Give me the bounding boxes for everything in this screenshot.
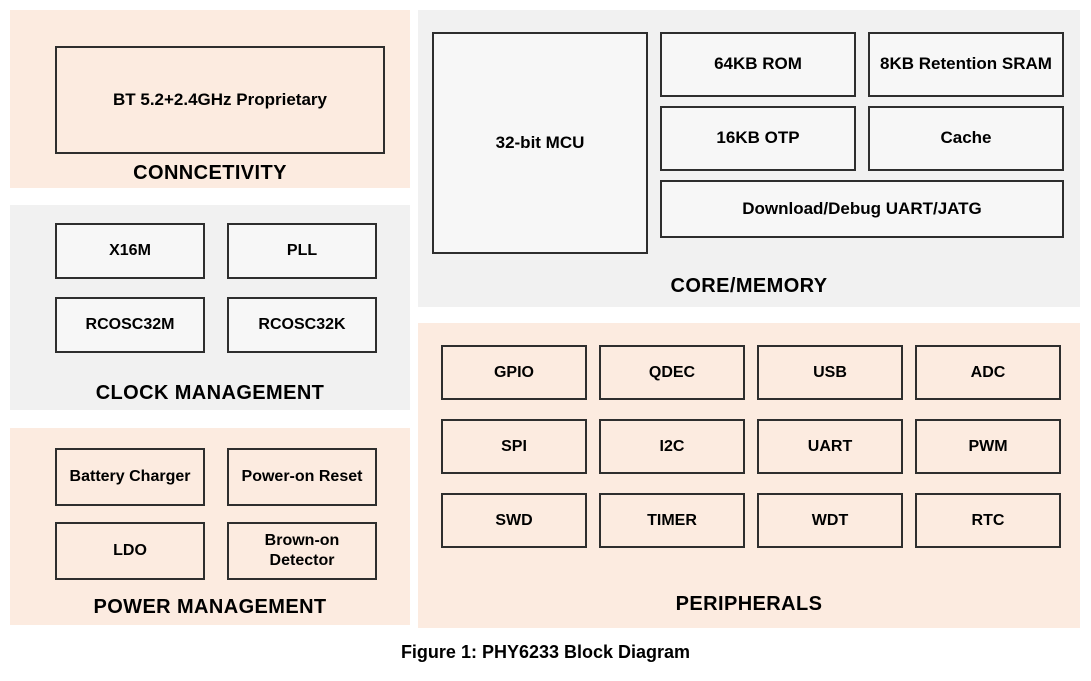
block-qdec: QDEC <box>599 345 745 400</box>
panel-clock-management: X16M PLL RCOSC32M RCOSC32K CLOCK MANAGEM… <box>10 205 410 410</box>
panel-peripherals: GPIO QDEC USB ADC SPI I2C UART PWM SWD T… <box>418 323 1080 628</box>
block-timer: TIMER <box>599 493 745 548</box>
block-rcosc32m: RCOSC32M <box>55 297 205 353</box>
block-adc: ADC <box>915 345 1061 400</box>
panel-title-core-memory: CORE/MEMORY <box>670 275 828 297</box>
block-download-debug-uart-jtag: Download/Debug UART/JATG <box>660 180 1064 238</box>
block-rtc: RTC <box>915 493 1061 548</box>
block-usb: USB <box>757 345 903 400</box>
panel-title-clock-management: CLOCK MANAGEMENT <box>95 382 325 404</box>
panel-power-management: Battery Charger Power-on Reset LDO Brown… <box>10 428 410 625</box>
block-spi: SPI <box>441 419 587 474</box>
block-32-bit-mcu: 32-bit MCU <box>432 32 648 254</box>
block-swd: SWD <box>441 493 587 548</box>
block-brown-on-detector: Brown-on Detector <box>227 522 377 580</box>
block-diagram: BT 5.2+2.4GHz Proprietary CONNCETIVITY X… <box>0 0 1091 681</box>
figure-caption: Figure 1: PHY6233 Block Diagram <box>400 642 691 662</box>
block-pwm: PWM <box>915 419 1061 474</box>
panel-core-memory: 32-bit MCU 64KB ROM 8KB Retention SRAM 1… <box>418 10 1080 307</box>
block-battery-charger: Battery Charger <box>55 448 205 506</box>
panel-connectivity: BT 5.2+2.4GHz Proprietary CONNCETIVITY <box>10 10 410 188</box>
panel-title-peripherals: PERIPHERALS <box>675 593 823 615</box>
panel-title-connectivity: CONNCETIVITY <box>133 162 287 184</box>
panel-title-power-management: POWER MANAGEMENT <box>93 596 327 618</box>
block-x16m: X16M <box>55 223 205 279</box>
block-bt-radio: BT 5.2+2.4GHz Proprietary <box>55 46 385 154</box>
block-pll: PLL <box>227 223 377 279</box>
block-16kb-otp: 16KB OTP <box>660 106 856 171</box>
block-gpio: GPIO <box>441 345 587 400</box>
block-i2c: I2C <box>599 419 745 474</box>
block-uart: UART <box>757 419 903 474</box>
block-64kb-rom: 64KB ROM <box>660 32 856 97</box>
block-8kb-retention-sram: 8KB Retention SRAM <box>868 32 1064 97</box>
block-power-on-reset: Power-on Reset <box>227 448 377 506</box>
block-wdt: WDT <box>757 493 903 548</box>
block-cache: Cache <box>868 106 1064 171</box>
block-rcosc32k: RCOSC32K <box>227 297 377 353</box>
block-ldo: LDO <box>55 522 205 580</box>
